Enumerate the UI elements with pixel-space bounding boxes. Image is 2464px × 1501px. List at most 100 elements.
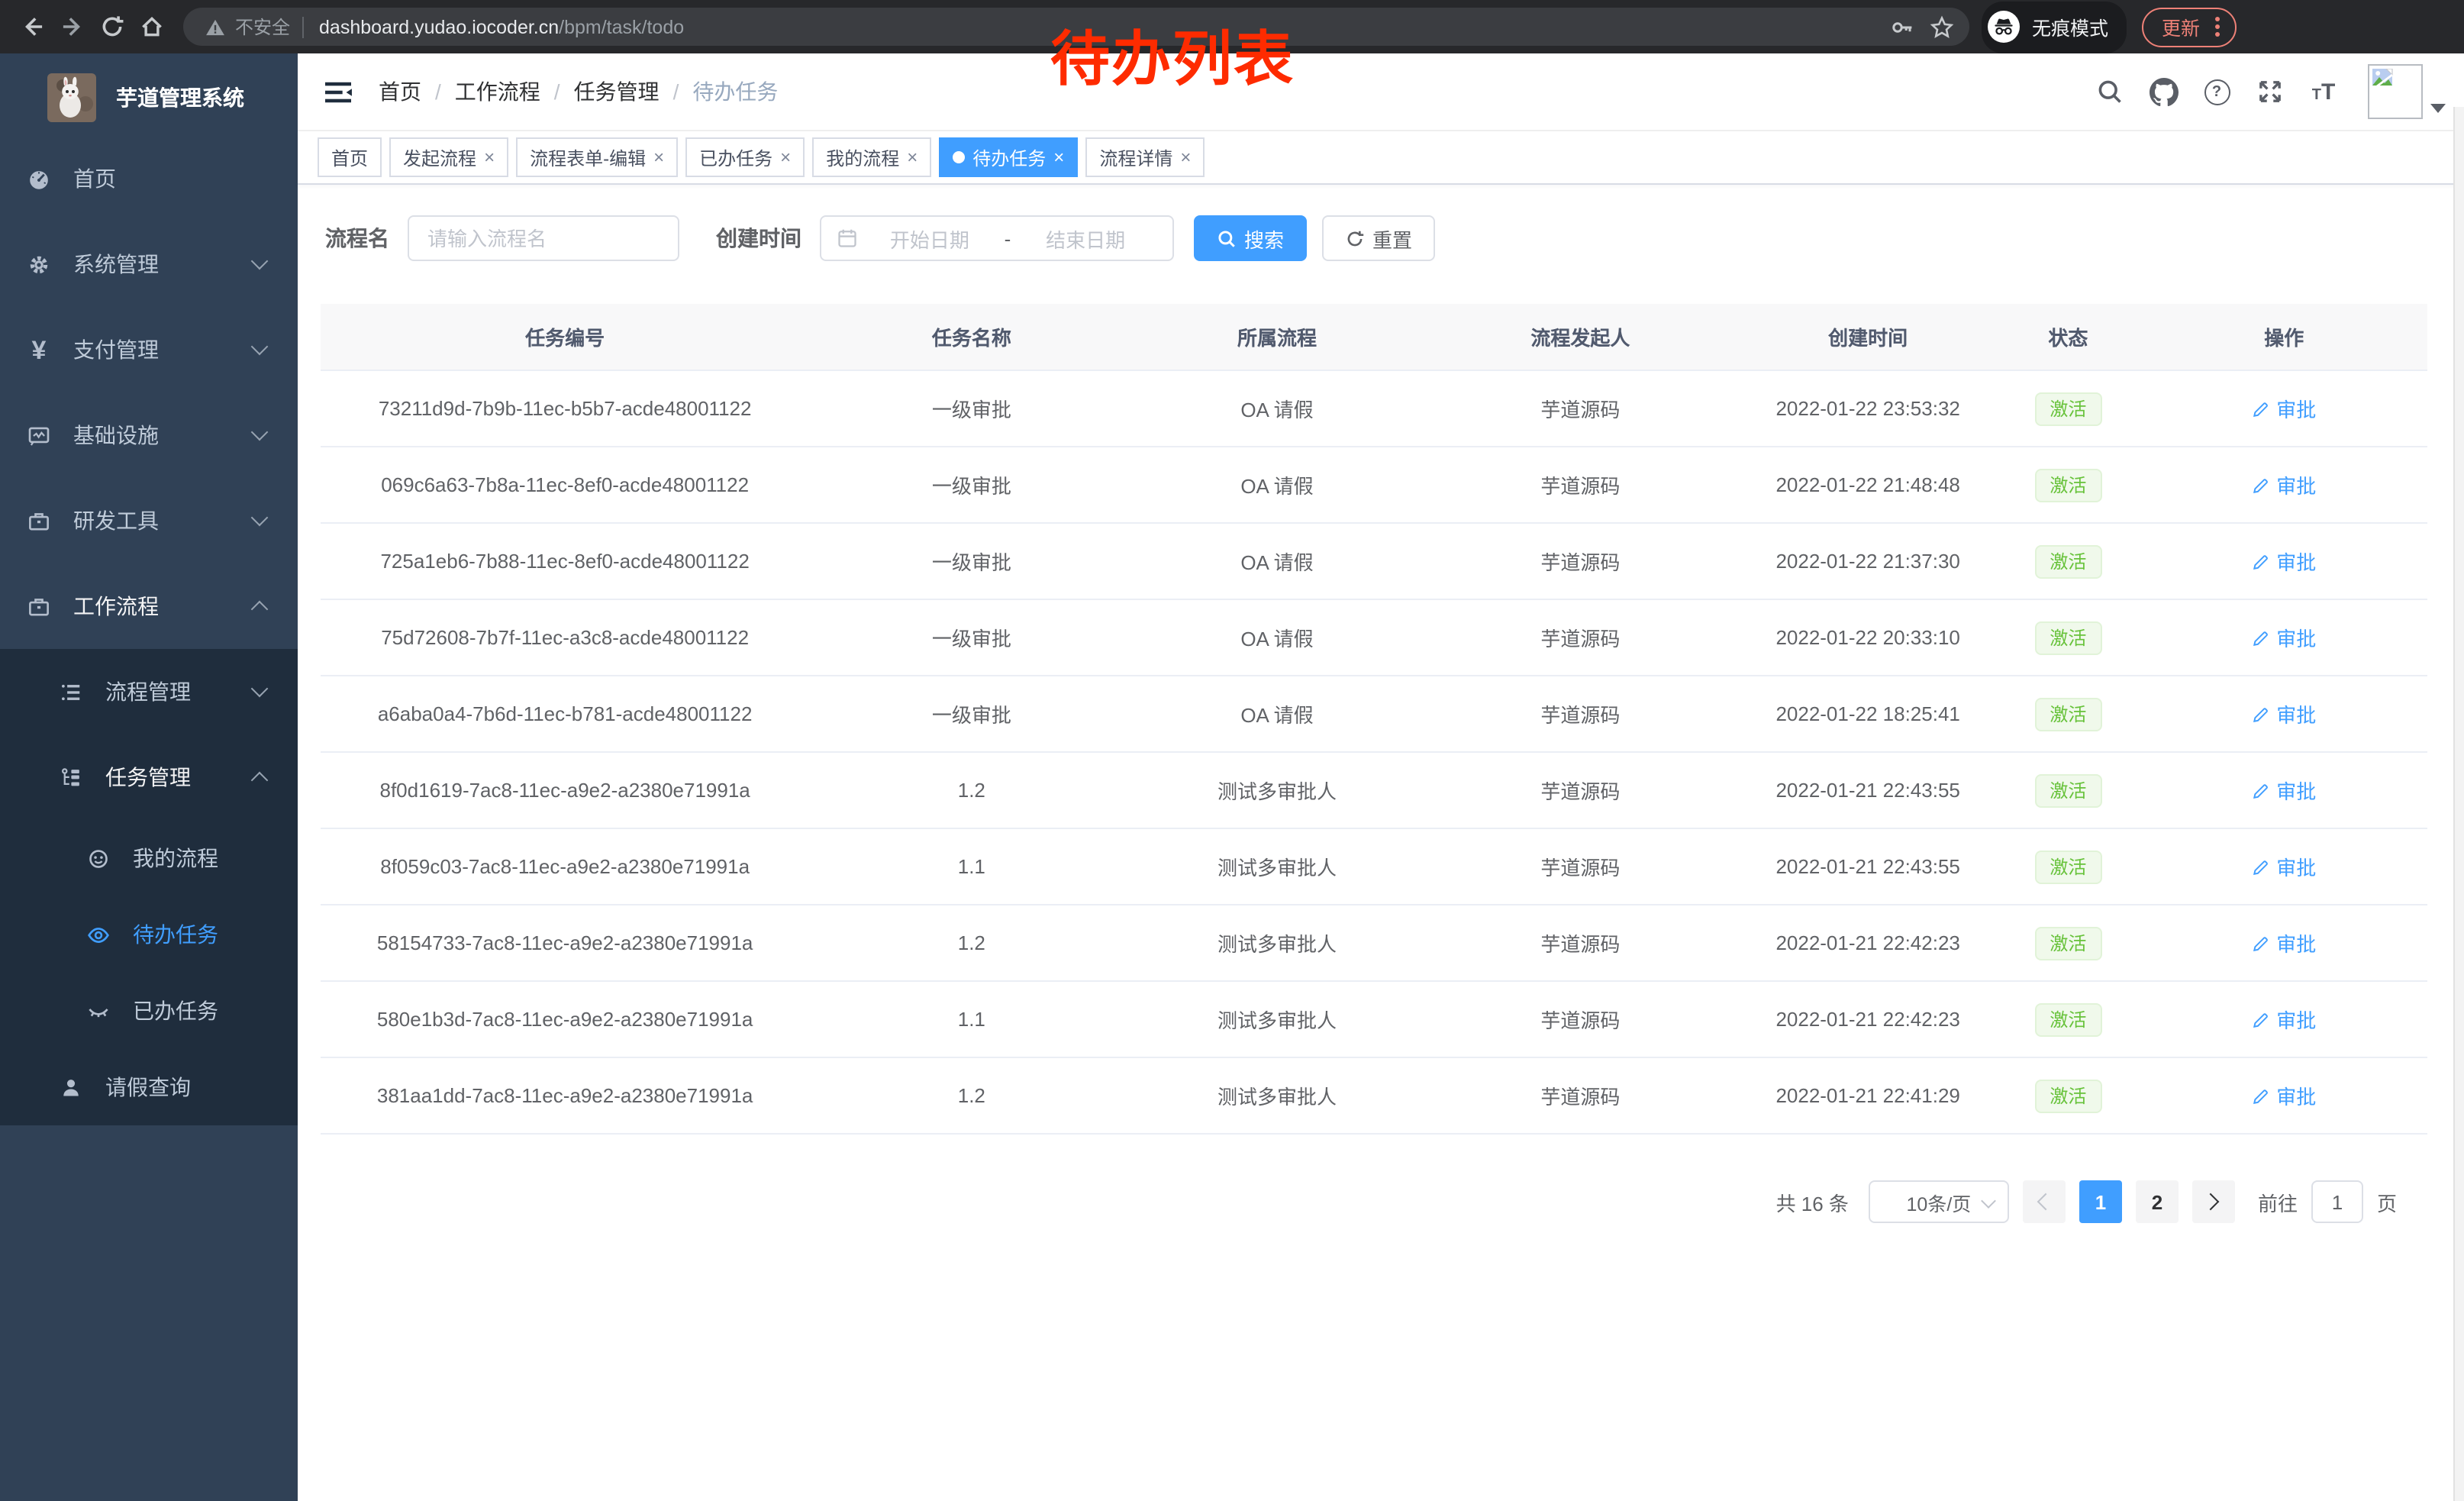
reload-button[interactable] [92,7,131,47]
avatar[interactable] [2368,64,2423,119]
sidebar-item-l1-1[interactable]: 系统管理 [0,221,298,307]
reset-button[interactable]: 重置 [1322,215,1435,261]
sidebar-item-l1-5[interactable]: 工作流程 [0,563,298,649]
tab-5[interactable]: 待办任务× [939,137,1078,177]
chevron-down-icon [251,509,269,527]
cell-action: 审批 [2141,1005,2427,1034]
approve-link[interactable]: 审批 [2252,547,2316,576]
browser-menu-icon[interactable] [2212,14,2223,40]
search-submit-button[interactable]: 搜索 [1194,215,1307,261]
font-size-button[interactable]: TT [2308,76,2339,107]
approve-link[interactable]: 审批 [2252,394,2316,423]
approve-link[interactable]: 审批 [2252,1081,2316,1110]
sidebar-item-sub-4[interactable]: 已办任务 [0,973,298,1049]
tab-close-icon[interactable]: × [907,148,918,166]
approve-link-label: 审批 [2276,470,2316,499]
tab-close-icon[interactable]: × [780,148,791,166]
cell-name: 一级审批 [809,547,1134,576]
fullscreen-button[interactable] [2255,76,2285,107]
approve-link-label: 审批 [2276,394,2316,423]
user-icon [60,1076,82,1099]
page-size-value: 10条/页 [1907,1187,1972,1216]
tab-2[interactable]: 流程表单-编辑× [516,137,678,177]
avatar-caret-icon[interactable] [2430,104,2446,113]
back-button[interactable] [12,7,52,47]
sidebar-item-l1-3[interactable]: 基础设施 [0,392,298,478]
chevron-down-icon [251,680,269,698]
cell-time: 2022-01-21 22:42:23 [1740,1008,1995,1031]
sidebar-item-sub-5[interactable]: 请假查询 [0,1049,298,1125]
tab-label: 首页 [331,144,368,170]
cell-name: 1.2 [809,931,1134,954]
breadcrumb-task-manage[interactable]: 任务管理 [574,76,660,107]
tab-3[interactable]: 已办任务× [685,137,805,177]
approve-link[interactable]: 审批 [2252,1005,2316,1034]
start-date-placeholder[interactable]: 开始日期 [858,224,1001,253]
sidebar-item-sub-3[interactable]: 待办任务 [0,896,298,973]
date-range-picker[interactable]: 开始日期 - 结束日期 [820,215,1174,261]
password-key-icon[interactable] [1890,15,1914,39]
toolbox-icon [27,509,50,532]
collapse-sidebar-button[interactable] [321,76,354,107]
question-icon: ? [2204,79,2230,105]
sidebar-item-sub-0[interactable]: 流程管理 [0,649,298,734]
cell-id: 8f0d1619-7ac8-11ec-a9e2-a2380e71991a [321,779,809,802]
incognito-icon [1988,11,2020,43]
page-button-2[interactable]: 2 [2136,1180,2179,1223]
github-button[interactable] [2148,76,2179,107]
cell-time: 2022-01-22 23:53:32 [1740,397,1995,420]
cell-name: 一级审批 [809,623,1134,652]
approve-link[interactable]: 审批 [2252,928,2316,957]
tab-6[interactable]: 流程详情× [1085,137,1205,177]
breadcrumb-home[interactable]: 首页 [379,76,421,107]
cell-process: 测试多审批人 [1134,1005,1420,1034]
tab-4[interactable]: 我的流程× [812,137,931,177]
tab-close-icon[interactable]: × [1180,148,1191,166]
sidebar-item-l1-4[interactable]: 研发工具 [0,478,298,563]
sidebar-item-l1-0[interactable]: 首页 [0,136,298,221]
cell-id: 580e1b3d-7ac8-11ec-a9e2-a2380e71991a [321,1008,809,1031]
sidebar-item-sub-1[interactable]: 任务管理 [0,734,298,820]
bookmark-star-icon[interactable] [1930,15,1954,39]
help-button[interactable]: ? [2201,76,2232,107]
select-chevron-icon [1981,1193,1996,1209]
sidebar-item-label: 工作流程 [73,591,159,621]
pencil-icon [2252,1010,2270,1028]
sidebar-item-sub-2[interactable]: 我的流程 [0,820,298,896]
url-separator [302,16,304,37]
process-name-label: 流程名 [325,223,389,253]
cell-id: 069c6a63-7b8a-11ec-8ef0-acde48001122 [321,473,809,496]
approve-link[interactable]: 审批 [2252,776,2316,805]
cell-process: 测试多审批人 [1134,1081,1420,1110]
monitor-icon [27,424,50,447]
page-size-select[interactable]: 10条/页 [1869,1180,2009,1223]
goto-page-input[interactable] [2311,1180,2363,1223]
approve-link[interactable]: 审批 [2252,623,2316,652]
next-page-button[interactable] [2192,1180,2235,1223]
home-button[interactable] [131,7,171,47]
window-scrollbar[interactable] [2453,107,2464,1501]
approve-link[interactable]: 审批 [2252,699,2316,728]
cell-name: 1.1 [809,855,1134,878]
breadcrumb-workflow[interactable]: 工作流程 [455,76,540,107]
approve-link[interactable]: 审批 [2252,852,2316,881]
tab-1[interactable]: 发起流程× [389,137,508,177]
sidebar-item-l1-2[interactable]: ¥支付管理 [0,307,298,392]
cell-id: a6aba0a4-7b6d-11ec-b781-acde48001122 [321,702,809,725]
tab-0[interactable]: 首页 [318,137,382,177]
end-date-placeholder[interactable]: 结束日期 [1014,224,1157,253]
tab-close-icon[interactable]: × [653,148,664,166]
forward-icon [59,14,85,40]
update-button[interactable]: 更新 [2142,7,2237,47]
process-name-input[interactable] [408,215,679,261]
page-button-1[interactable]: 1 [2079,1180,2122,1223]
tab-close-icon[interactable]: × [484,148,495,166]
approve-link-label: 审批 [2276,1005,2316,1034]
prev-page-button[interactable] [2023,1180,2066,1223]
search-button[interactable] [2095,76,2125,107]
tab-close-icon[interactable]: × [1053,148,1064,166]
cell-status: 激活 [1995,773,2140,807]
approve-link[interactable]: 审批 [2252,470,2316,499]
forward-button[interactable] [52,7,92,47]
approve-link-label: 审批 [2276,928,2316,957]
